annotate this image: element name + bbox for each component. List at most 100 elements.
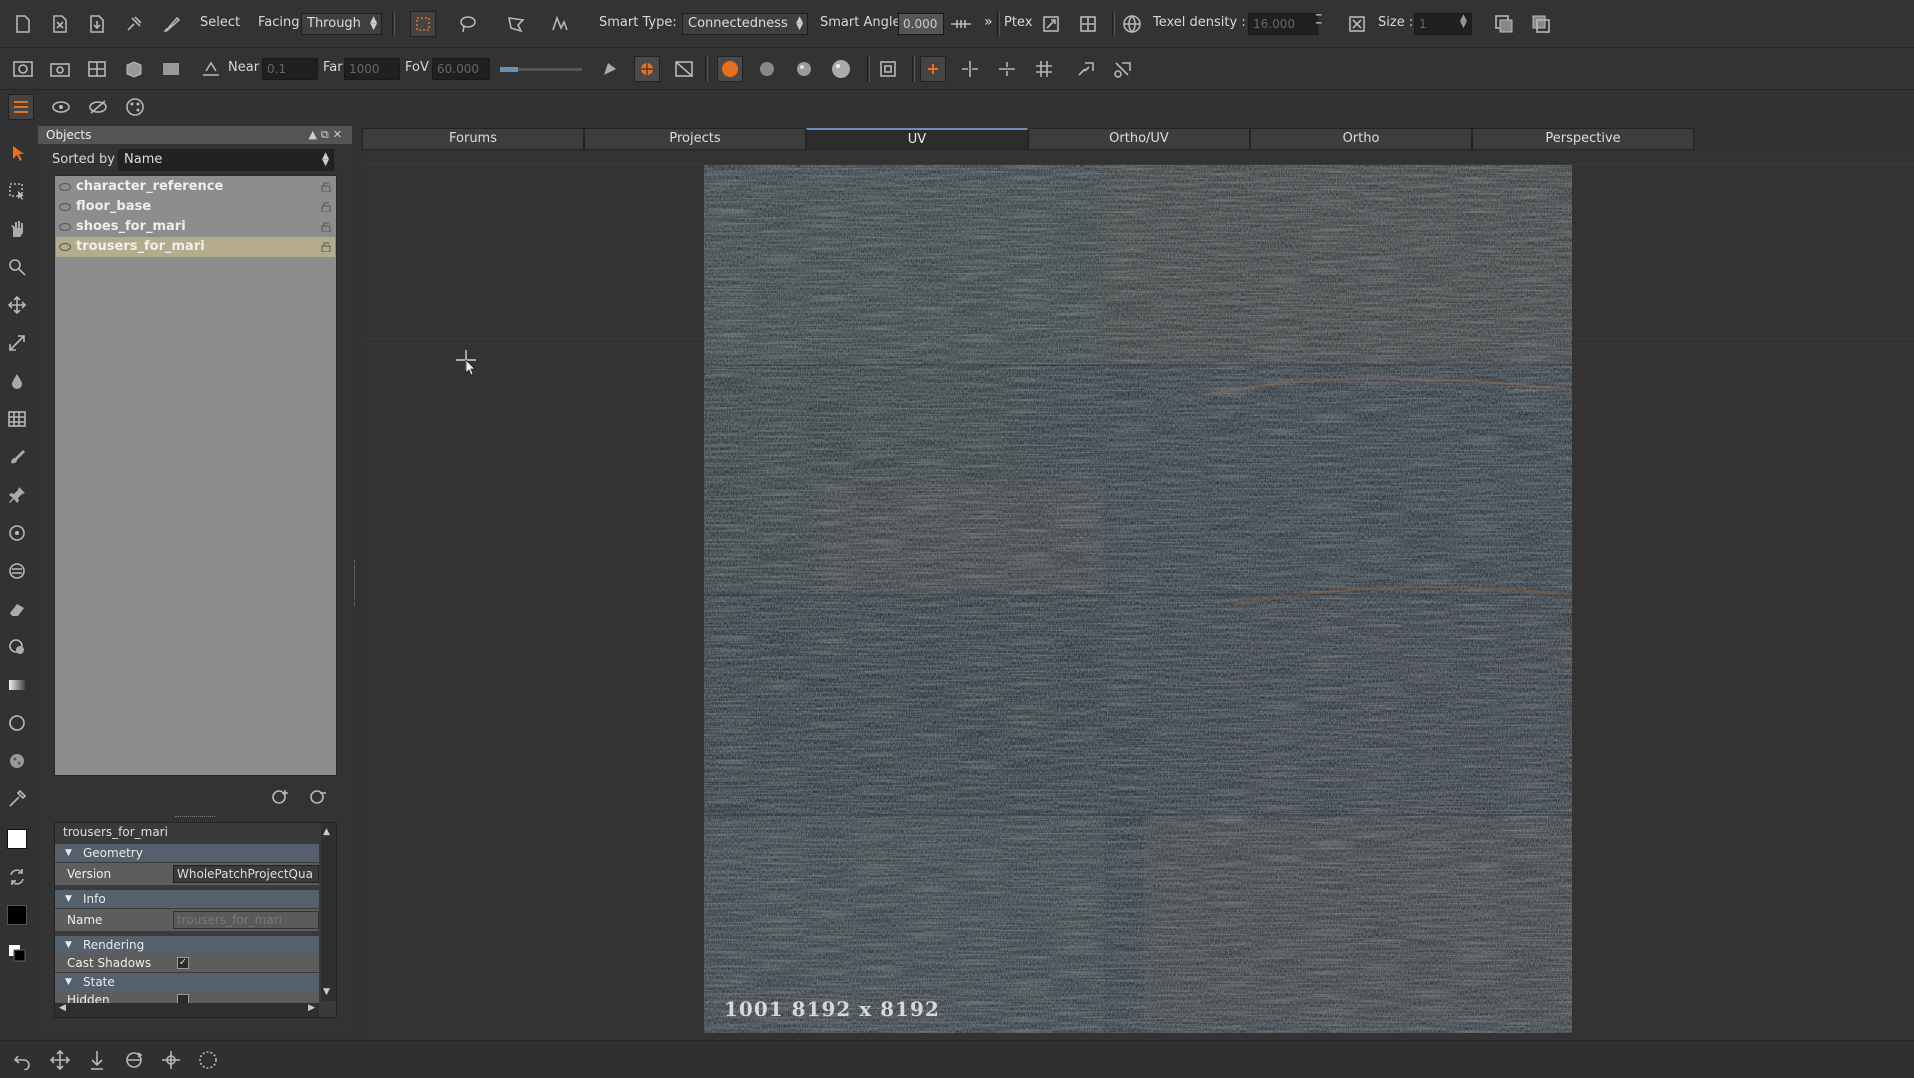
eyedropper-tool-icon[interactable]: [4, 786, 30, 812]
scroll-up-icon[interactable]: ▲: [323, 827, 330, 837]
slider-icon[interactable]: [948, 11, 974, 37]
transform-icon[interactable]: [1073, 56, 1099, 82]
smart-type-dropdown[interactable]: Connectedness ▲ ▼: [682, 13, 808, 35]
smudge-tool-icon[interactable]: [4, 558, 30, 584]
close-file-icon[interactable]: [47, 11, 73, 37]
split-vertical-icon[interactable]: [957, 56, 983, 82]
background-color-swatch[interactable]: [4, 902, 30, 928]
camera-snapshot-icon[interactable]: [47, 56, 73, 82]
clone-tool-icon[interactable]: [4, 520, 30, 546]
tab-ortho-uv[interactable]: Ortho/UV: [1028, 128, 1250, 150]
layers-palette-icon[interactable]: [8, 94, 34, 120]
shading-flat-icon[interactable]: [754, 56, 780, 82]
scroll-left-icon[interactable]: ◀: [59, 1003, 66, 1013]
paint-brush-tool-icon[interactable]: [4, 444, 30, 470]
spinner-arrows-icon[interactable]: ━ ━: [1316, 12, 1321, 29]
swap-colors-icon[interactable]: [4, 864, 30, 890]
sponge-tool-icon[interactable]: [4, 748, 30, 774]
lasso-select-icon[interactable]: [455, 11, 481, 37]
fit-size-icon[interactable]: [1344, 11, 1370, 37]
flat-view-icon[interactable]: [158, 56, 184, 82]
blur-tool-icon[interactable]: [4, 710, 30, 736]
select-tool-icon[interactable]: [4, 178, 30, 204]
shading-spec-icon[interactable]: [828, 56, 854, 82]
properties-scrollbar[interactable]: ▲ ▼: [321, 823, 336, 1001]
geometry-section-header[interactable]: ▼ Geometry: [55, 844, 319, 862]
eye-icon[interactable]: [59, 243, 71, 251]
panel-window-controls-icon[interactable]: ▲⧉✕: [308, 126, 346, 144]
smart-select-icon[interactable]: [547, 11, 573, 37]
spinner-arrows-icon[interactable]: ▲ ▼: [1460, 14, 1467, 30]
panel-resize-handle[interactable]: [354, 560, 357, 606]
fov-slider[interactable]: [500, 67, 582, 72]
object-item-shoes-for-mari[interactable]: shoes_for_mari: [56, 217, 335, 237]
state-section-header[interactable]: ▼ State: [55, 973, 319, 991]
fov-slider-handle[interactable]: [500, 67, 518, 72]
tab-perspective[interactable]: Perspective: [1472, 128, 1694, 150]
lock-icon[interactable]: [321, 221, 331, 232]
rotate-manipulator-icon[interactable]: [121, 1047, 147, 1073]
zoom-tool-icon[interactable]: [4, 254, 30, 280]
brush-icon[interactable]: [158, 11, 184, 37]
pin-tool-icon[interactable]: [4, 482, 30, 508]
eraser-tool-icon[interactable]: [4, 596, 30, 622]
sort-dropdown[interactable]: Name ▲ ▼: [118, 149, 334, 171]
version-dropdown[interactable]: WholePatchProjectQua: [173, 865, 319, 883]
tab-projects[interactable]: Projects: [584, 128, 806, 150]
poly-select-icon[interactable]: [503, 11, 529, 37]
light-icon[interactable]: [198, 56, 224, 82]
cast-shadows-checkbox[interactable]: ✓: [177, 957, 189, 969]
grid-tool-icon[interactable]: [4, 406, 30, 432]
smart-angle-input[interactable]: 0.000: [898, 13, 944, 35]
move-tool-icon[interactable]: [4, 292, 30, 318]
visibility-off-icon[interactable]: [85, 94, 111, 120]
rendering-section-header[interactable]: ▼ Rendering: [55, 936, 319, 954]
rect-select-icon[interactable]: [410, 11, 436, 37]
brush-tip-icon[interactable]: [597, 56, 623, 82]
remove-object-icon[interactable]: [306, 784, 332, 810]
wireframe-icon[interactable]: [671, 56, 697, 82]
ptex-grid-icon[interactable]: [1075, 11, 1101, 37]
properties-horizontal-scrollbar[interactable]: ◀ ▶: [55, 1003, 319, 1017]
gradient-tool-icon[interactable]: [4, 672, 30, 698]
scale-manipulator-icon[interactable]: [158, 1047, 184, 1073]
lock-icon[interactable]: [321, 241, 331, 252]
new-file-icon[interactable]: [10, 11, 36, 37]
add-object-icon[interactable]: [268, 784, 294, 810]
paste-layer-icon[interactable]: [1528, 11, 1554, 37]
eye-icon[interactable]: [59, 183, 71, 191]
fov-input[interactable]: 60.000: [432, 58, 490, 80]
panel-splitter-handle[interactable]: [175, 816, 215, 819]
pan-tool-icon[interactable]: [4, 216, 30, 242]
split-horizontal-icon[interactable]: [994, 56, 1020, 82]
tab-ortho[interactable]: Ortho: [1250, 128, 1472, 150]
frame-icon[interactable]: [875, 56, 901, 82]
name-input[interactable]: trousers_for_mari: [173, 911, 319, 929]
lock-icon[interactable]: [321, 201, 331, 212]
tab-uv[interactable]: UV: [806, 128, 1028, 150]
shading-full-icon[interactable]: [717, 56, 743, 82]
object-item-trousers-for-mari[interactable]: trousers_for_mari: [56, 237, 335, 257]
more-icon[interactable]: »: [984, 14, 993, 30]
palette-icon[interactable]: [122, 94, 148, 120]
move-manipulator-icon[interactable]: [47, 1047, 73, 1073]
grid-view-icon[interactable]: [84, 56, 110, 82]
pointer-tool-icon[interactable]: [4, 140, 30, 166]
lasso-manipulator-icon[interactable]: [195, 1047, 221, 1073]
pin-icon[interactable]: [121, 11, 147, 37]
reset-colors-icon[interactable]: [4, 940, 30, 966]
eye-icon[interactable]: [59, 203, 71, 211]
undo-icon[interactable]: [10, 1047, 36, 1073]
near-input[interactable]: 0.1: [262, 58, 318, 80]
far-input[interactable]: 1000: [344, 58, 400, 80]
foreground-color-swatch[interactable]: [4, 826, 30, 852]
ptex-resize-icon[interactable]: [1038, 11, 1064, 37]
transform-reset-icon[interactable]: [1110, 56, 1136, 82]
uv-texture-tile[interactable]: [704, 165, 1572, 1033]
object-list[interactable]: character_reference floor_base shoes_for…: [54, 175, 337, 776]
facing-dropdown[interactable]: Through ▲ ▼: [301, 13, 382, 35]
drop-manipulator-icon[interactable]: [84, 1047, 110, 1073]
mask-tool-icon[interactable]: [4, 634, 30, 660]
eye-icon[interactable]: [59, 223, 71, 231]
copy-layer-icon[interactable]: [1491, 11, 1517, 37]
